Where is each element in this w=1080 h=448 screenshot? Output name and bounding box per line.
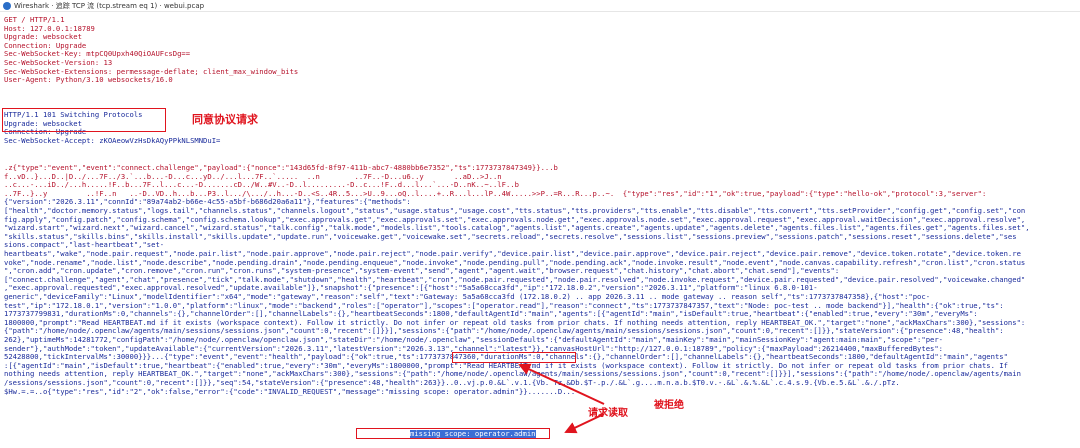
- selected-error-message[interactable]: missing scope: operator.admin: [410, 429, 536, 439]
- request-line: Sec-WebSocket-Key: mtpCQ0Upxh40QiOAUFcsD…: [4, 50, 191, 59]
- frame-line: ","cron.add","cron.update","cron.remove"…: [4, 267, 840, 276]
- frame-line: 262},"uptimeMs":14281772,"configPath":"/…: [4, 336, 944, 344]
- request-line: Connection: Upgrade: [4, 41, 87, 50]
- frame-line: sender"},"authMode":"token","updateAvail…: [4, 344, 944, 353]
- response-line: Sec-WebSocket-Accept: zKOAeowVzHsDkAQyPP…: [4, 136, 221, 145]
- frame-line: {"path":"/home/node/.openclaw/agents/mai…: [4, 327, 1004, 336]
- tcp-stream-view[interactable]: GET / HTTP/1.1 Host: 127.0.0.1:18789 Upg…: [4, 16, 1078, 446]
- frame-line: {"version":"2026.3.11","connId":"89a74ab…: [4, 198, 411, 207]
- frame-line: :[{"agentId":"main","isDefault":true,"he…: [4, 361, 1008, 370]
- request-line: Host: 127.0.0.1:18789: [4, 24, 95, 33]
- frame-line: test","ip":"172.18.0.1","version":"1.0.0…: [4, 301, 1004, 310]
- frame-line: ["health","doctor.memory.status","logs.t…: [4, 207, 1026, 215]
- frame-line: voke","node.rename","node.list","node.de…: [4, 258, 1026, 267]
- window-title: Wireshark · 追踪 TCP 流 (tcp.stream eq 1) ·…: [14, 1, 205, 10]
- frame-line: nothing needs attention, reply HEARTBEAT…: [4, 370, 1021, 379]
- frame-line: $Hw.=.=..o{"type":"res","id":"2","ok":fa…: [4, 387, 576, 396]
- request-line: Sec-WebSocket-Version: 13: [4, 59, 113, 67]
- annotation-protocol-agreed: 同意协议请求: [192, 113, 258, 126]
- frame-line: fig.apply","config.patch","config.schema…: [4, 215, 1026, 224]
- frame-line: sions.compact","last-heartbeat","set-: [4, 241, 165, 250]
- annotation-rejected: 被拒绝: [654, 400, 684, 411]
- frame-line: ..c...-...iD../...h.....!F..b...7F..l...…: [4, 181, 519, 190]
- frame-line: ..7F..}..y ..!F..n ..-D..VD..h...b...P3.…: [4, 189, 987, 198]
- response-line: Connection: Upgrade: [4, 128, 87, 137]
- request-line: User-Agent: Python/3.10 websockets/16.0: [4, 76, 173, 85]
- frame-line: "wizard.start","wizard.next","wizard.can…: [4, 224, 1030, 233]
- window-titlebar: Wireshark · 追踪 TCP 流 (tcp.stream eq 1) ·…: [0, 0, 1080, 12]
- frame-line: ["connect.challenge","agent","chat","pre…: [4, 275, 1026, 284]
- frame-line: "skills.status","skills.bins","skills.in…: [4, 232, 1017, 241]
- request-line: Upgrade: websocket: [4, 33, 82, 42]
- frame-line: .z{"type":"event","event":"connect.chall…: [4, 164, 558, 172]
- response-line: Upgrade: websocket: [4, 119, 82, 128]
- frame-line: 52428800,"tickIntervalMs":30000}}}...{"t…: [4, 353, 1008, 362]
- request-line: GET / HTTP/1.1: [4, 16, 65, 24]
- wireshark-fin-icon: [3, 1, 11, 10]
- response-line: HTTP/1.1 101 Switching Protocols: [4, 111, 143, 119]
- frame-line: f..vD..}...D..|D../...7F../3.`...b...-D.…: [4, 172, 502, 181]
- frame-line: 1800000,"prompt":"Read HEARTBEAT.md if i…: [4, 318, 1026, 327]
- request-line: Sec-WebSocket-Extensions: permessage-def…: [4, 67, 299, 76]
- frame-line: /sessions/sessions.json","count":0,"rece…: [4, 379, 900, 387]
- frame-line: generic","deviceFamily":"Linux","modelId…: [4, 293, 931, 301]
- frame-line: heartbeats","wake","node.pair.request","…: [4, 250, 1021, 258]
- annotation-request-read: 请求读取: [588, 408, 628, 419]
- frame-line: 1773737799831,"durationMs":0,"channels":…: [4, 310, 978, 319]
- frame-line: ,"exec.approval.requested","exec.approva…: [4, 284, 818, 293]
